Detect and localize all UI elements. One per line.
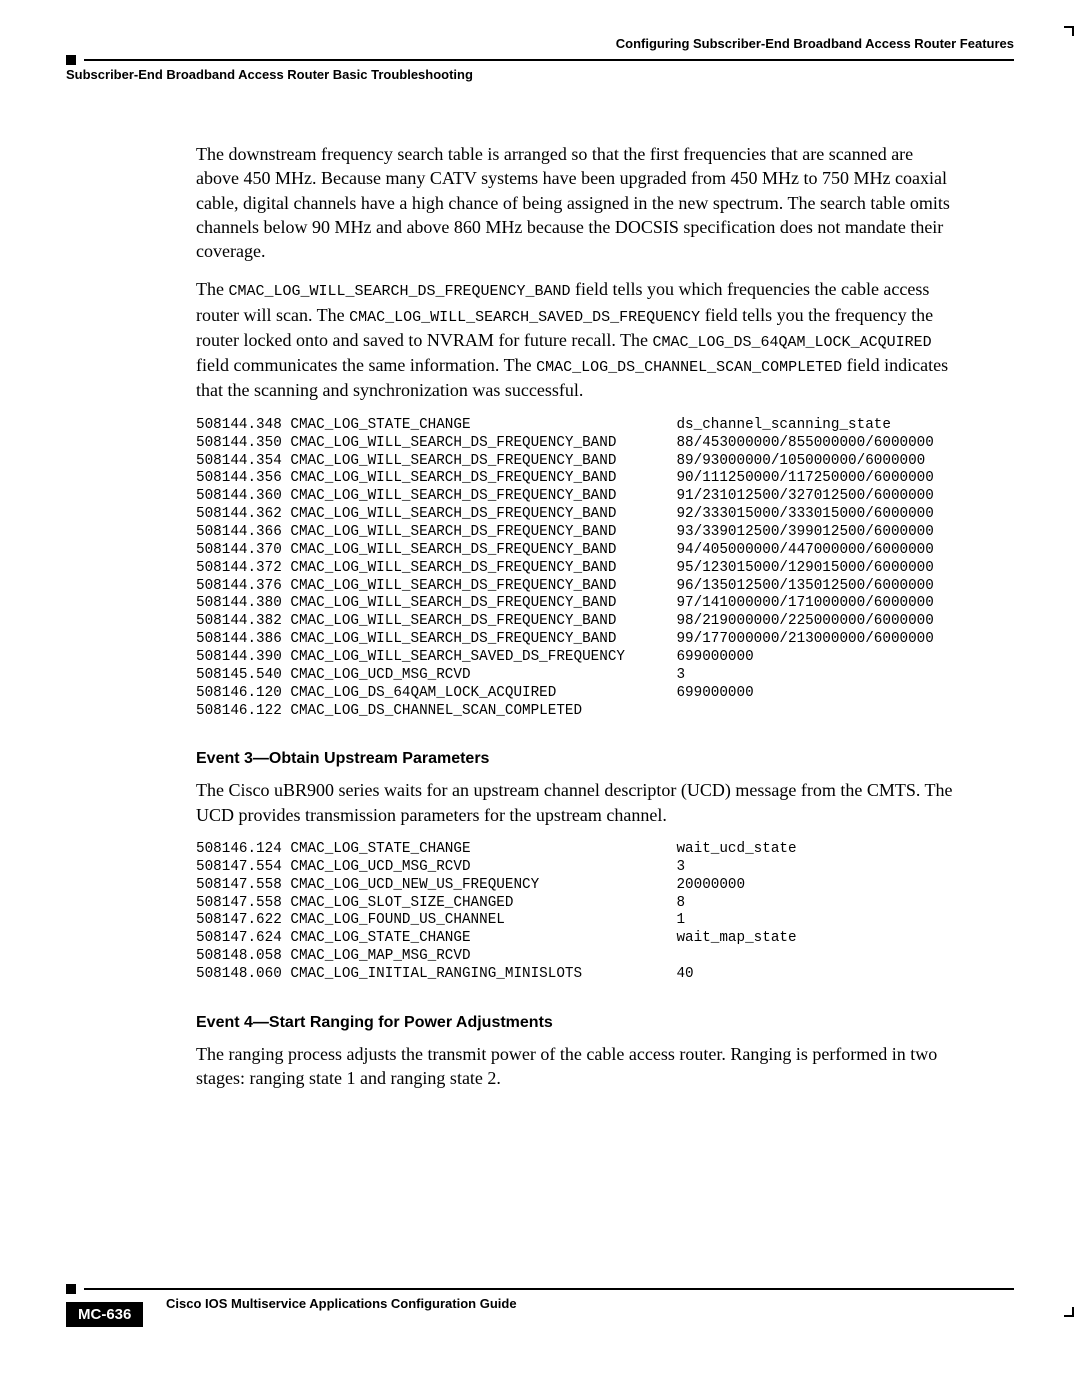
code-field-1: CMAC_LOG_WILL_SEARCH_DS_FREQUENCY_BAND: [228, 283, 570, 300]
running-head-right: Configuring Subscriber-End Broadband Acc…: [616, 36, 1014, 51]
header-rule-line: [84, 59, 1014, 61]
footer-rule-dot: [66, 1284, 76, 1294]
running-head: Configuring Subscriber-End Broadband Acc…: [66, 36, 1014, 51]
event4-title: Event 4—Start Ranging for Power Adjustme…: [196, 1014, 956, 1032]
p2d: field communicates the same information.…: [196, 355, 536, 375]
log-output-1: 508144.348 CMAC_LOG_STATE_CHANGE ds_chan…: [196, 417, 956, 721]
page-number-badge: MC-636: [66, 1302, 143, 1327]
page: Configuring Subscriber-End Broadband Acc…: [0, 0, 1080, 1397]
content: The downstream frequency search table is…: [196, 142, 956, 1090]
p2a: The: [196, 279, 228, 299]
event3-para: The Cisco uBR900 series waits for an ups…: [196, 778, 956, 827]
log-output-2: 508146.124 CMAC_LOG_STATE_CHANGE wait_uc…: [196, 841, 956, 984]
running-head-left: Subscriber-End Broadband Access Router B…: [66, 67, 473, 82]
footer-rule: [66, 1284, 1014, 1294]
code-field-3: CMAC_LOG_DS_64QAM_LOCK_ACQUIRED: [653, 334, 932, 351]
code-field-4: CMAC_LOG_DS_CHANNEL_SCAN_COMPLETED: [536, 359, 842, 376]
event3-title: Event 3—Obtain Upstream Parameters: [196, 750, 956, 768]
crop-mark-top-right: [1064, 26, 1074, 36]
crop-mark-bottom-right: [1064, 1307, 1074, 1317]
code-field-2: CMAC_LOG_WILL_SEARCH_SAVED_DS_FREQUENCY: [349, 309, 700, 326]
running-subhead: Subscriber-End Broadband Access Router B…: [66, 67, 1014, 82]
footer-rule-line: [84, 1288, 1014, 1290]
header-rule: [66, 55, 1014, 65]
footer: Cisco IOS Multiservice Applications Conf…: [66, 1284, 1014, 1311]
para-fields: The CMAC_LOG_WILL_SEARCH_DS_FREQUENCY_BA…: [196, 277, 956, 402]
para-intro: The downstream frequency search table is…: [196, 142, 956, 263]
footer-guide: Cisco IOS Multiservice Applications Conf…: [166, 1296, 1014, 1311]
event4-para: The ranging process adjusts the transmit…: [196, 1042, 956, 1091]
header-rule-dot: [66, 55, 76, 65]
